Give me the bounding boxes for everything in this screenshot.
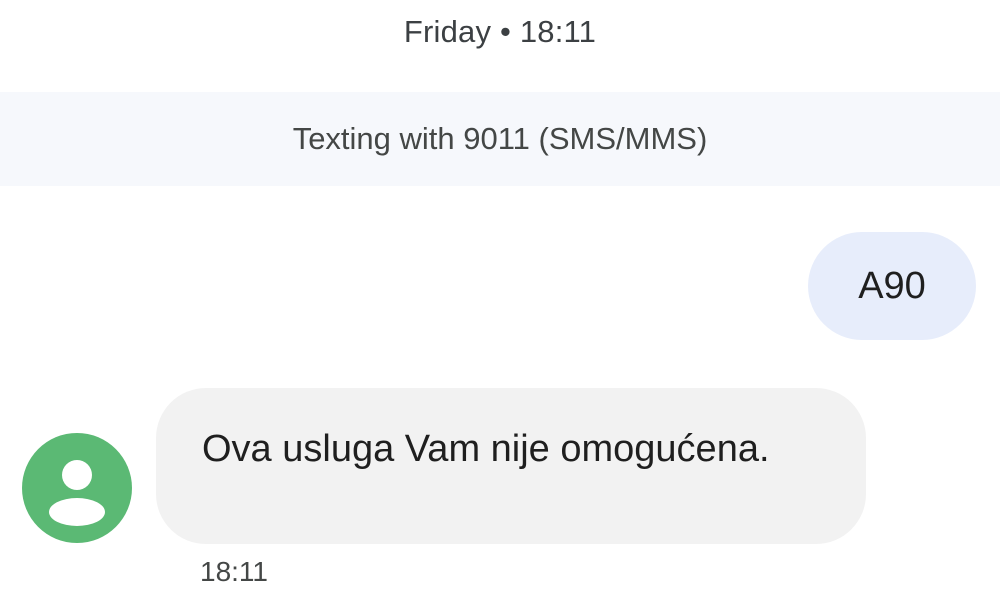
texting-with-banner: Texting with 9011 (SMS/MMS) (0, 92, 1000, 186)
incoming-message-bubble[interactable]: Ova usluga Vam nije omogućena. (156, 388, 866, 544)
message-timestamp: 18:11 (200, 556, 268, 587)
banner-text: Texting with 9011 (SMS/MMS) (292, 121, 708, 156)
incoming-message-text: Ova usluga Vam nije omogućena. (202, 428, 770, 470)
outgoing-message-bubble[interactable]: A90 (808, 232, 976, 340)
date-header: Friday • 18:11 (403, 14, 597, 49)
conversation-screen: Friday • 18:11 Texting with 9011 (SMS/MM… (0, 0, 1000, 611)
contact-avatar[interactable] (22, 433, 132, 543)
person-icon (49, 460, 105, 526)
outgoing-message-text: A90 (858, 264, 926, 307)
